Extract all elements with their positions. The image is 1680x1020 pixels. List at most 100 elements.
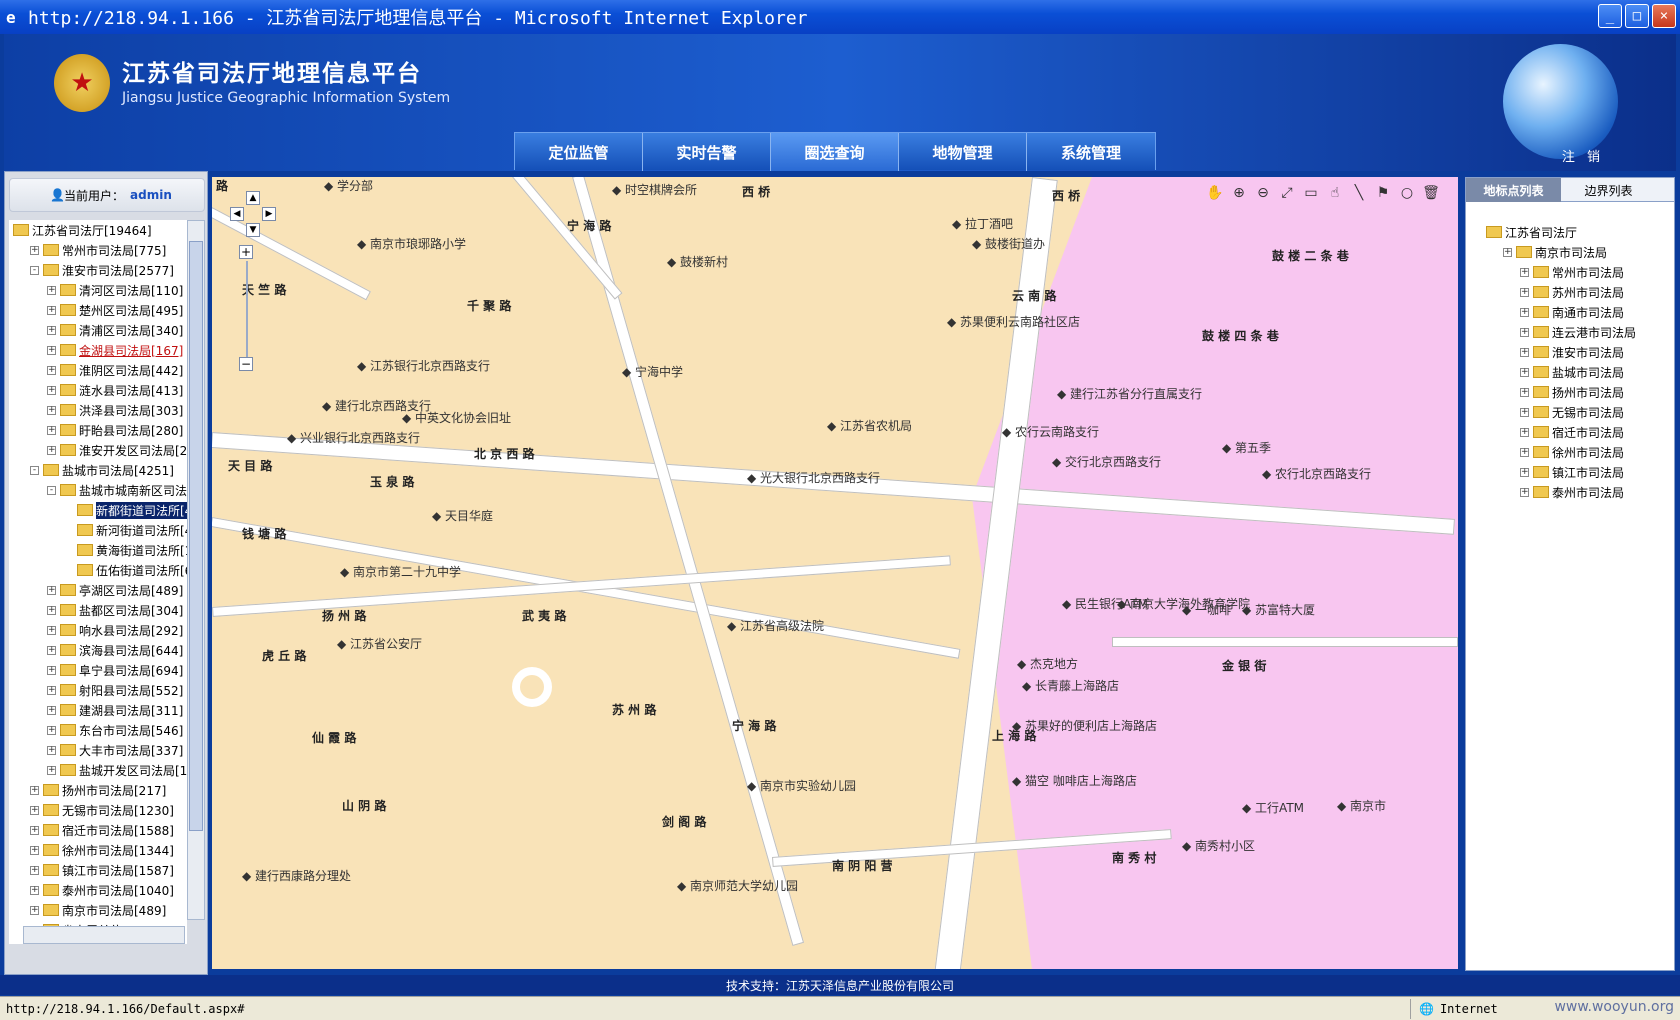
tree-node[interactable]: + 镇江市司法局[1587]	[9, 860, 187, 880]
landmark-node[interactable]: + 南京市司法局	[1486, 242, 1671, 262]
expand-toggle-icon[interactable]: +	[47, 645, 56, 655]
expand-toggle-icon[interactable]: +	[1520, 307, 1529, 317]
landmark-node[interactable]: + 南通市司法局	[1486, 302, 1671, 322]
pan-right-button[interactable]: ▶	[262, 207, 276, 221]
landmark-node[interactable]: 江苏省司法厅	[1486, 222, 1671, 242]
nav-tab-3[interactable]: 圈选查询	[771, 133, 899, 171]
expand-toggle-icon[interactable]: -	[30, 465, 39, 475]
tree-node[interactable]: + 盐都区司法局[304]	[9, 600, 187, 620]
poi-marker[interactable]: ◆ 南京师范大学幼儿园	[677, 877, 798, 894]
poi-marker[interactable]: ◆ 兴业银行北京西路支行	[287, 429, 420, 446]
poi-marker[interactable]: ◆ 南秀村小区	[1182, 837, 1255, 854]
expand-toggle-icon[interactable]: +	[47, 385, 56, 395]
expand-toggle-icon[interactable]: +	[1520, 367, 1529, 377]
maximize-button[interactable]: □	[1625, 4, 1649, 28]
poi-marker[interactable]: ◆ 一咖啡	[1182, 601, 1231, 618]
tree-node[interactable]: + 涟水县司法局[413]	[9, 380, 187, 400]
landmark-node[interactable]: + 泰州市司法局	[1486, 482, 1671, 502]
zoom-in-button[interactable]: +	[239, 245, 253, 259]
tree-node[interactable]: + 阜宁县司法局[694]	[9, 660, 187, 680]
tree-node[interactable]: 伍佑街道司法所[6	[9, 560, 187, 580]
tree-node[interactable]: + 东台市司法局[546]	[9, 720, 187, 740]
landmark-node[interactable]: + 宿迁市司法局	[1486, 422, 1671, 442]
scroll-thumb[interactable]	[189, 241, 203, 831]
poi-marker[interactable]: ◆ 时空棋牌会所	[612, 181, 697, 198]
tree-node[interactable]: + 清浦区司法局[340]	[9, 320, 187, 340]
poi-marker[interactable]: ◆ 南京市琅琊路小学	[357, 235, 466, 252]
landmark-node[interactable]: + 连云港市司法局	[1486, 322, 1671, 342]
tree-node[interactable]: + 射阳县司法局[552]	[9, 680, 187, 700]
measure-icon[interactable]: ▭	[1301, 183, 1321, 203]
tree-node[interactable]: 新河街道司法所[4	[9, 520, 187, 540]
expand-toggle-icon[interactable]: +	[47, 585, 56, 595]
expand-toggle-icon[interactable]: +	[1520, 287, 1529, 297]
pan-left-button[interactable]: ◀	[230, 207, 244, 221]
poi-marker[interactable]: ◆ 中英文化协会旧址	[402, 409, 511, 426]
logout-link[interactable]: 注 销	[1562, 146, 1604, 165]
poi-marker[interactable]: ◆ 鼓楼街道办	[972, 235, 1045, 252]
expand-toggle-icon[interactable]: +	[30, 825, 39, 835]
poi-marker[interactable]: ◆ 学分部	[324, 177, 373, 194]
nav-tab-5[interactable]: 系统管理	[1027, 133, 1155, 171]
expand-toggle-icon[interactable]: +	[47, 765, 56, 775]
pan-down-button[interactable]: ▼	[246, 223, 260, 237]
tree-node[interactable]: - 盐城市城南新区司法	[9, 480, 187, 500]
tree-node[interactable]: + 淮安开发区司法局[2	[9, 440, 187, 460]
expand-toggle-icon[interactable]: +	[47, 285, 56, 295]
poi-marker[interactable]: ◆ 南京市第二十九中学	[340, 563, 461, 580]
zoom-control[interactable]: ▲ ◀ ▶ ▼ + −	[230, 191, 280, 371]
tree-node[interactable]: + 常州市司法局[775]	[9, 240, 187, 260]
tree-node[interactable]: + 响水县司法局[292]	[9, 620, 187, 640]
poi-marker[interactable]: ◆ 长青藤上海路店	[1022, 677, 1119, 694]
expand-toggle-icon[interactable]: +	[30, 245, 39, 255]
poi-marker[interactable]: ◆ 天目华庭	[432, 507, 493, 524]
tree-node[interactable]: 新都街道司法所[4	[9, 500, 187, 520]
hand-icon[interactable]: ✋	[1205, 183, 1225, 203]
poi-marker[interactable]: ◆ 江苏银行北京西路支行	[357, 357, 490, 374]
poi-marker[interactable]: ◆ 农行云南路支行	[1002, 423, 1099, 440]
poi-marker[interactable]: ◆ 工行ATM	[1242, 799, 1304, 816]
tree-node[interactable]: + 清河区司法局[110]	[9, 280, 187, 300]
tree-node[interactable]: + 盱眙县司法局[280]	[9, 420, 187, 440]
landmark-node[interactable]: + 常州市司法局	[1486, 262, 1671, 282]
expand-toggle-icon[interactable]: -	[30, 265, 39, 275]
poi-marker[interactable]: ◆ 杰克地方	[1017, 655, 1078, 672]
poi-marker[interactable]: ◆ 建行西康路分理处	[242, 867, 351, 884]
expand-toggle-icon[interactable]: +	[1520, 447, 1529, 457]
expand-toggle-icon[interactable]: +	[47, 685, 56, 695]
nav-tab-4[interactable]: 地物管理	[899, 133, 1027, 171]
landmark-node[interactable]: + 扬州市司法局	[1486, 382, 1671, 402]
expand-toggle-icon[interactable]: +	[30, 905, 39, 915]
expand-toggle-icon[interactable]: +	[1503, 247, 1512, 257]
pan-up-button[interactable]: ▲	[246, 191, 260, 205]
tree-node[interactable]: 黄海街道司法所[1	[9, 540, 187, 560]
expand-toggle-icon[interactable]: +	[1520, 387, 1529, 397]
tree-node[interactable]: + 大丰市司法局[337]	[9, 740, 187, 760]
poi-marker[interactable]: ◆ 猫空 咖啡店上海路店	[1012, 772, 1137, 789]
expand-toggle-icon[interactable]: +	[47, 425, 56, 435]
tree-node[interactable]: + 徐州市司法局[1344]	[9, 840, 187, 860]
expand-toggle-icon[interactable]: +	[47, 745, 56, 755]
right-tab-2[interactable]: 边界列表	[1561, 178, 1656, 202]
tree-node[interactable]: + 宿迁市司法局[1588]	[9, 820, 187, 840]
poi-marker[interactable]: ◆ 鼓楼新村	[667, 253, 728, 270]
expand-toggle-icon[interactable]: +	[47, 345, 56, 355]
expand-toggle-icon[interactable]: +	[47, 365, 56, 375]
tree-node[interactable]: 江苏省司法厅[19464]	[9, 220, 187, 240]
expand-toggle-icon[interactable]: +	[30, 845, 39, 855]
zoom-in-icon[interactable]: ⊕	[1229, 183, 1249, 203]
expand-toggle-icon[interactable]: +	[47, 325, 56, 335]
landmark-node[interactable]: + 无锡市司法局	[1486, 402, 1671, 422]
nav-tab-2[interactable]: 实时告警	[643, 133, 771, 171]
tree-node[interactable]: - 盐城市司法局[4251]	[9, 460, 187, 480]
poi-marker[interactable]: ◆ 宁海中学	[622, 363, 683, 380]
expand-toggle-icon[interactable]: +	[30, 785, 39, 795]
poi-marker[interactable]: ◆ 苏果便利云南路社区店	[947, 313, 1080, 330]
zoom-out-icon[interactable]: ⊖	[1253, 183, 1273, 203]
expand-toggle-icon[interactable]: +	[1520, 487, 1529, 497]
poi-marker[interactable]: ◆ 江苏省高级法院	[727, 617, 824, 634]
expand-toggle-icon[interactable]: +	[1520, 427, 1529, 437]
tree-horizontal-scrollbar[interactable]	[23, 926, 185, 944]
expand-toggle-icon[interactable]: +	[1520, 267, 1529, 277]
tree-node[interactable]: - 淮安市司法局[2577]	[9, 260, 187, 280]
